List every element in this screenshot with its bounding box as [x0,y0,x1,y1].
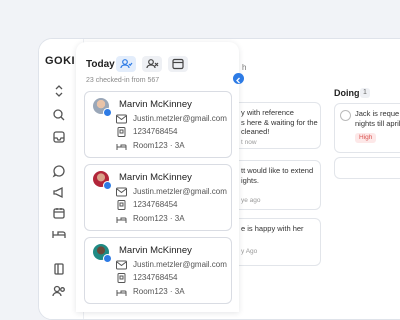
guest-name: Marvin McKinney [119,99,192,110]
book-icon[interactable] [51,261,67,277]
phone-icon [117,273,126,283]
guest-name: Marvin McKinney [119,172,192,183]
collapse-panel-button[interactable] [233,73,244,84]
checkin-count: 23 checked-in from 567 [86,77,160,84]
todo-card[interactable]: y with reference s here & waiting for th… [238,102,321,149]
bed-icon [116,290,127,296]
guest-card[interactable]: Marvin McKinney Justin.metzler@gmail.com… [84,91,232,158]
bed-icon [116,217,127,223]
column-title-doing: Doing [334,88,360,98]
inbox-icon[interactable] [51,129,67,145]
priority-badge: High [355,133,377,143]
todo-card-time: t now [241,139,257,146]
mail-icon [116,260,127,270]
phone-icon [117,127,126,137]
search-icon[interactable] [51,107,67,123]
tab-calendar[interactable] [168,56,188,72]
verified-badge [103,254,112,263]
users-icon[interactable] [51,283,67,299]
guest-card[interactable]: Marvin McKinney Justin.metzler@gmail.com… [84,237,232,304]
todo-card-text: y with reference s here & waiting for th… [241,108,318,136]
doing-card[interactable]: Jack is reque nights till april High [334,103,400,153]
todo-card[interactable]: e is happy with her y Ago [238,218,321,266]
todo-card-time: y Ago [241,248,258,255]
panel-title: Today [86,59,115,70]
phone-icon [117,200,126,210]
verified-badge [103,108,112,117]
bed-icon [116,144,127,150]
megaphone-icon[interactable] [51,184,67,200]
search-input[interactable] [242,60,322,74]
bed-icon[interactable] [51,226,67,242]
status-circle-icon[interactable] [340,110,351,121]
doing-card-text: Jack is reque nights till april [355,109,400,128]
chevron-updown-icon[interactable] [51,83,67,99]
tab-guests[interactable] [116,56,136,72]
mail-icon [116,114,127,124]
app-logo: GOKI [45,55,76,67]
tab-checked-out[interactable] [142,56,162,72]
guest-card[interactable]: Marvin McKinney Justin.metzler@gmail.com… [84,164,232,231]
doing-card[interactable] [334,157,400,179]
mail-icon [116,187,127,197]
todo-card-text: tt would like to extend ights. [241,166,314,185]
todo-card-time: ye ago [241,197,261,204]
calendar-icon[interactable] [51,205,67,221]
verified-badge [103,181,112,190]
todo-card-text: e is happy with her [241,224,304,233]
guest-name: Marvin McKinney [119,245,192,256]
checkin-panel: Today 23 checked-in from 567 Marvin McKi… [76,42,239,312]
column-count-badge: 1 [360,88,370,98]
chevron-left-icon [236,77,240,84]
chat-icon[interactable] [51,163,67,179]
todo-card[interactable]: tt would like to extend ights. ye ago [238,160,321,210]
